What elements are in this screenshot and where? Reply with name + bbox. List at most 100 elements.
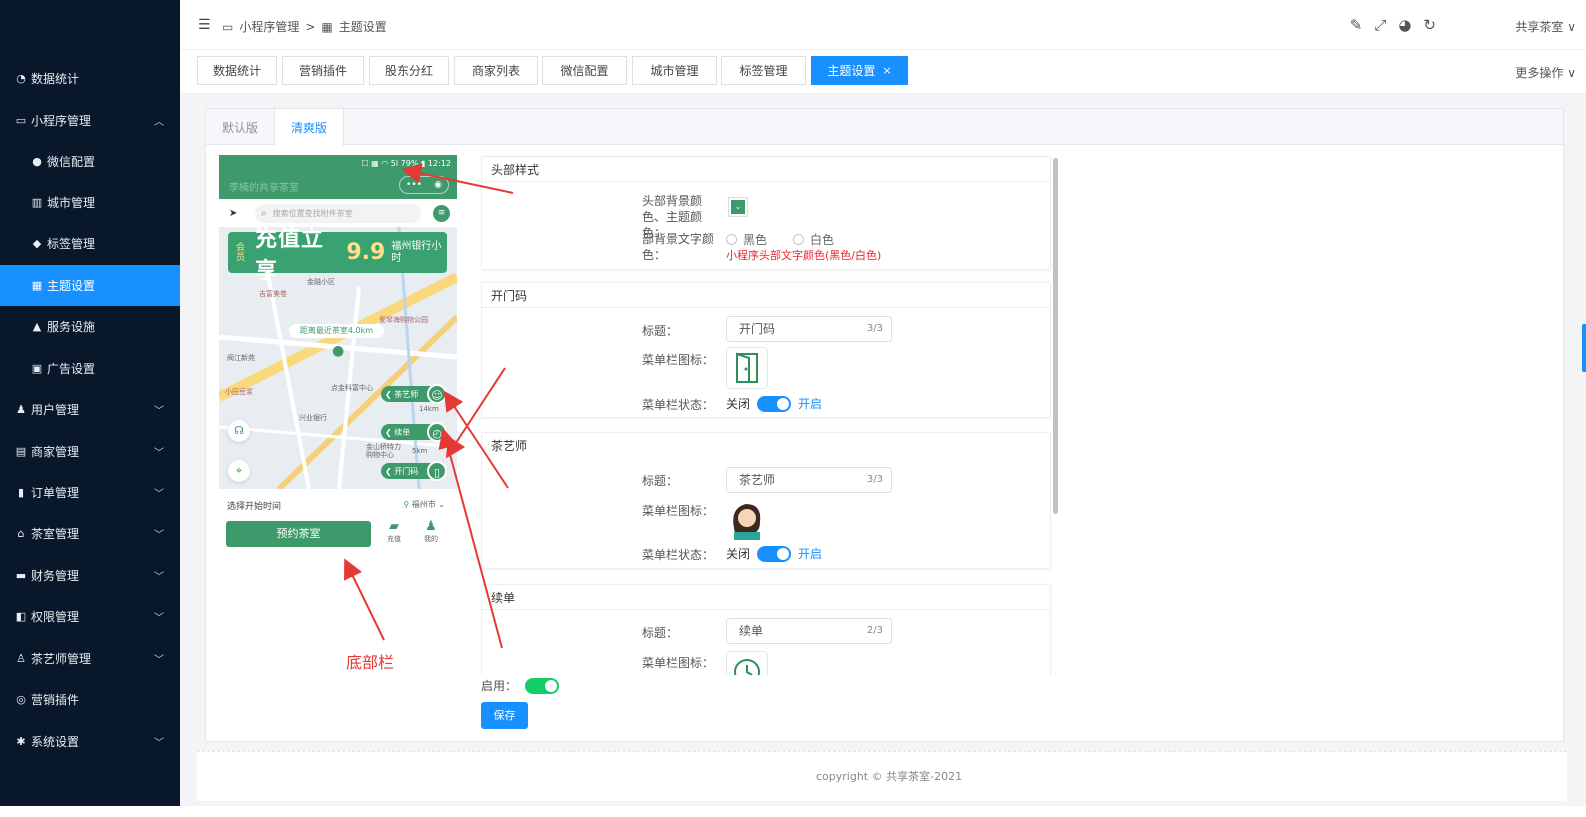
settings-drawer-handle[interactable] xyxy=(1582,324,1586,372)
settings-scrollbar[interactable] xyxy=(1053,158,1058,514)
order-icon: ▮ xyxy=(17,486,25,499)
sidebar-item-label: 茶室管理 xyxy=(31,527,80,541)
tab-label: 清爽版 xyxy=(290,121,327,135)
tea-master-title-input[interactable]: 茶艺师 3/3 xyxy=(726,467,892,493)
sidebar-item-label: 财务管理 xyxy=(31,569,80,583)
sidebar-item-ads[interactable]: ▣ 广告设置 xyxy=(0,348,180,389)
settings-icon: ✱ xyxy=(16,735,26,748)
tab-theme[interactable]: 主题设置 × xyxy=(811,56,908,85)
card-title: 开门码 xyxy=(482,283,1050,308)
sidebar-item-miniprogram[interactable]: ▭ 小程序管理 ︿ xyxy=(0,100,180,141)
radio-circle xyxy=(793,234,804,245)
tab-dashboard[interactable]: 数据统计 xyxy=(197,56,277,85)
refresh-icon[interactable]: ↻ xyxy=(1423,16,1436,34)
color-picker[interactable]: ⌄ xyxy=(728,197,748,217)
map-label: 金山桥特力 购物中心 xyxy=(366,443,401,459)
mic-off-icon[interactable]: ✎ xyxy=(1350,16,1363,34)
tab-tags[interactable]: 标签管理 xyxy=(721,56,806,85)
sidebar-item-merchants[interactable]: ▤ 商家管理 ﹀ xyxy=(0,431,180,472)
enable-switch[interactable] xyxy=(525,677,560,694)
sidebar-item-tags[interactable]: ◆ 标签管理 xyxy=(0,223,180,264)
book-tearoom-button: 预约茶室 xyxy=(226,521,371,547)
banner-side: 福州银行小时 xyxy=(391,240,442,264)
grid-icon: ▦ xyxy=(321,19,333,34)
sidebar-item-tea-masters[interactable]: ♙ 茶艺师管理 ﹀ xyxy=(0,638,180,679)
sidebar-item-marketing[interactable]: ◎ 营销插件 xyxy=(0,679,180,720)
chevron-down-icon: ⌄ xyxy=(731,200,745,214)
title-label: 标题： xyxy=(642,474,679,488)
switch-off-label: 关闭 xyxy=(726,397,751,411)
chevron-down-icon: ﹀ xyxy=(154,655,164,666)
renew-icon: ◴ xyxy=(427,422,447,442)
tab-label: 城市管理 xyxy=(650,64,699,78)
home-icon: ⌂ xyxy=(17,527,25,540)
sidebar-item-facilities[interactable]: ▲ 服务设施 xyxy=(0,306,180,347)
tab-label: 标签管理 xyxy=(739,64,788,78)
tab-label: 充值 xyxy=(387,535,401,543)
input-value: 茶艺师 xyxy=(739,473,776,487)
sidebar-item-city[interactable]: ▥ 城市管理 xyxy=(0,182,180,223)
sidebar-item-system[interactable]: ✱ 系统设置 ﹀ xyxy=(0,721,180,762)
tab-dividends[interactable]: 股东分红 xyxy=(369,56,449,85)
more-operations[interactable]: 更多操作 ∨ xyxy=(1515,64,1576,81)
renew-title-input[interactable]: 续单 2/3 xyxy=(726,618,892,644)
door-title-input[interactable]: 开门码 3/3 xyxy=(726,316,892,342)
sidebar-item-dashboard[interactable]: ◔ 数据统计 xyxy=(0,58,180,99)
palette-icon[interactable]: ◕ xyxy=(1398,16,1411,34)
sidebar-item-orders[interactable]: ▮ 订单管理 ﹀ xyxy=(0,472,180,513)
renew-icon-upload[interactable] xyxy=(726,651,768,675)
sidebar-item-theme[interactable]: ▦ 主题设置 xyxy=(0,265,180,306)
map-label: 14km xyxy=(419,405,439,413)
sidebar-item-wechat-config[interactable]: ● 微信配置 xyxy=(0,141,180,182)
sidebar-item-label: 服务设施 xyxy=(47,320,96,334)
city-select: ⚲ 福州市 ⌄ xyxy=(403,500,445,509)
search-icon: ⌕ xyxy=(261,208,267,219)
breadcrumb: ▭ 小程序管理 > ▦ 主题设置 xyxy=(222,18,387,35)
user-menu[interactable]: 共享茶室 ∨ xyxy=(1515,18,1576,35)
menu-icon: ≡ xyxy=(433,205,450,222)
tab-city[interactable]: 城市管理 xyxy=(632,56,717,85)
sidebar-item-label: 广告设置 xyxy=(47,362,96,376)
sidebar-item-finance[interactable]: ▬ 财务管理 ﹀ xyxy=(0,555,180,596)
door-icon-upload[interactable] xyxy=(726,347,768,389)
tab-clean-version[interactable]: 清爽版 xyxy=(274,109,344,146)
header-style-card: 头部样式 头部背景颜色、主题颜色： ⌄ 部背景文字颜色： 黑色 白色 小程序头部… xyxy=(481,156,1051,270)
tab-marketing[interactable]: 营销插件 xyxy=(282,56,364,85)
switch-off-label: 关闭 xyxy=(726,547,751,561)
clock-icon xyxy=(734,659,760,675)
close-icon[interactable]: × xyxy=(882,64,891,77)
marketing-icon: ◎ xyxy=(16,693,26,706)
copyright: copyright © 共享茶室-2021 xyxy=(816,770,963,783)
tab-default-version[interactable]: 默认版 xyxy=(206,109,274,145)
save-button[interactable]: 保存 xyxy=(481,702,528,729)
breadcrumb-item-miniprogram[interactable]: 小程序管理 xyxy=(239,18,299,35)
user-icon: ♟ xyxy=(425,519,437,534)
sidebar-item-tearooms[interactable]: ⌂ 茶室管理 ﹀ xyxy=(0,513,180,554)
sidebar-item-permissions[interactable]: ◧ 权限管理 ﹀ xyxy=(0,596,180,637)
banner-tag: 会员 xyxy=(236,242,246,263)
phone-nav-bar: 李楠的共享茶室 ••• ◉ xyxy=(219,171,457,199)
fullscreen-icon[interactable]: ⤢ xyxy=(1374,16,1386,34)
tags-icon: ◆ xyxy=(32,237,42,250)
tabs-bar: 数据统计 营销插件 股东分红 商家列表 微信配置 城市管理 标签管理 主题设置 ×… xyxy=(180,50,1586,94)
settings-scroll-area[interactable]: 头部样式 头部背景颜色、主题颜色： ⌄ 部背景文字颜色： 黑色 白色 小程序头部… xyxy=(481,154,1052,675)
radio-white[interactable]: 白色 xyxy=(793,231,834,248)
tab-merchants[interactable]: 商家列表 xyxy=(454,56,538,85)
sidebar-item-label: 微信配置 xyxy=(47,155,96,169)
door-status-switch[interactable] xyxy=(757,395,792,412)
sidebar-item-label: 用户管理 xyxy=(31,403,80,417)
sidebar-item-users[interactable]: ♟ 用户管理 ﹀ xyxy=(0,389,180,430)
tea-master-icon-upload[interactable] xyxy=(726,498,768,540)
tab-wechat-config[interactable]: 微信配置 xyxy=(542,56,627,85)
hamburger-icon[interactable]: ☰ xyxy=(198,17,211,33)
chevron-down-icon: ﹀ xyxy=(154,738,164,749)
banner-main: 充值立享 xyxy=(254,227,324,284)
more-ops-label: 更多操作 xyxy=(1515,66,1564,80)
sidebar-item-label: 茶艺师管理 xyxy=(31,652,92,666)
radio-circle xyxy=(726,234,737,245)
tab-label: 默认版 xyxy=(221,120,258,135)
footer: copyright © 共享茶室-2021 xyxy=(197,751,1567,801)
tea-master-status-switch[interactable] xyxy=(757,545,792,562)
more-dots-icon: ••• xyxy=(406,180,422,190)
radio-black[interactable]: 黑色 xyxy=(726,231,767,248)
